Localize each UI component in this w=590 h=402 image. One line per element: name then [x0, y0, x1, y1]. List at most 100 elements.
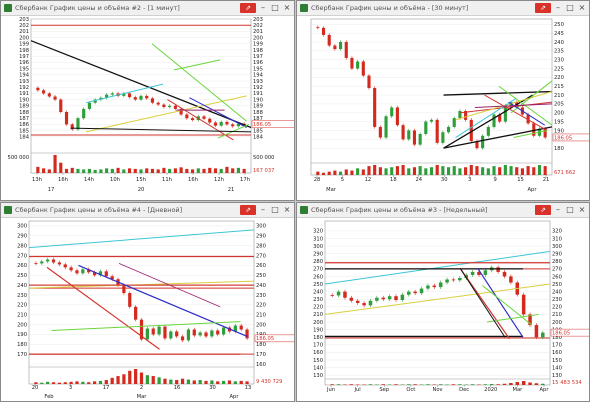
window-titlebar[interactable]: Сбербанк График цены и объёма #4 - [Днев… [1, 203, 294, 218]
volume-bar [173, 168, 177, 173]
volume-bar [378, 167, 382, 175]
window-titlebar[interactable]: Сбербанк График цены и объёма - [30 мину… [297, 1, 589, 16]
left-tick-label: 220 [313, 305, 323, 311]
pin-icon[interactable]: ⇗ [535, 205, 551, 215]
right-tick-label: 280 [256, 243, 266, 249]
right-tick-label: 195 [554, 119, 564, 125]
left-tick-label: 300 [313, 244, 323, 250]
close-icon[interactable]: × [577, 204, 587, 216]
volume-bar [231, 168, 235, 173]
chart-window-daily[interactable]: Сбербанк График цены и объёма #4 - [Днев… [0, 202, 295, 402]
right-tick-label: 220 [256, 303, 266, 309]
x-tick-label: 5 [341, 177, 344, 183]
candle-body [336, 291, 341, 296]
volume-bar [70, 167, 74, 173]
chart-window-weekly[interactable]: Сбербанк График цены и объёма #3 - [Неде… [296, 202, 590, 402]
volume-bar [486, 168, 490, 175]
window-titlebar[interactable]: Сбербанк График цены и объёма #3 - [Неде… [297, 203, 589, 218]
chart-area[interactable]: 2032022012001991981971961951941931921911… [1, 15, 295, 201]
right-tick-label: 202 [253, 23, 263, 29]
chart-area[interactable]: 3203103002902802702602502402302202102001… [297, 217, 590, 402]
volume-bar [520, 168, 524, 175]
volume-bar [418, 166, 422, 175]
left-tick-label: 290 [313, 251, 323, 257]
left-tick-label: 260 [17, 263, 27, 269]
candle-body [59, 99, 63, 112]
candle-body [104, 271, 108, 277]
volume-bar [321, 172, 326, 175]
close-icon[interactable]: × [577, 2, 587, 14]
volume-bar [387, 384, 392, 385]
x-period-label: Mar [137, 394, 148, 400]
right-tick-label: 230 [554, 57, 564, 63]
candle-body [151, 328, 155, 335]
volume-bar [225, 166, 229, 173]
x-tick-label: 3 [468, 177, 471, 183]
volume-bar [381, 384, 386, 385]
chart-area[interactable]: 3002902802702602502402302202102001901801… [1, 217, 295, 402]
volume-bar [503, 165, 507, 175]
pin-icon[interactable]: ⇗ [535, 3, 551, 13]
candle-body [150, 98, 155, 103]
volume-bar [98, 380, 103, 384]
minimize-icon[interactable]: – [553, 2, 563, 14]
x-tick-label: 15h [136, 177, 146, 183]
volume-bar [133, 168, 137, 173]
last-price-label: 186.05 [253, 122, 271, 128]
candle-body [173, 105, 177, 109]
x-period-label: 21 [228, 187, 235, 193]
candle-body [231, 124, 235, 127]
minimize-icon[interactable]: – [258, 204, 268, 216]
volume-bar [401, 165, 405, 175]
candle-body [133, 97, 137, 100]
candle-body [429, 119, 434, 122]
x-tick-label: 24 [415, 177, 422, 183]
candle-body [333, 45, 337, 50]
close-icon[interactable]: × [282, 204, 292, 216]
window-title: Сбербанк График цены и объёма #3 - [Неде… [311, 206, 488, 214]
right-tick-label: 200 [554, 111, 564, 117]
right-tick-label: 240 [554, 40, 564, 46]
volume-bar [81, 381, 85, 384]
volume-bar [475, 166, 479, 175]
right-tick-label: 200 [552, 320, 562, 326]
chart-window-1min[interactable]: Сбербанк График цены и объёма #2 - [1 ми… [0, 0, 295, 201]
candle-body [381, 297, 386, 300]
candle-body [75, 270, 79, 274]
right-tick-label: 210 [552, 312, 562, 318]
maximize-icon[interactable]: □ [565, 204, 575, 216]
volume-bar [515, 382, 520, 385]
window-titlebar[interactable]: Сбербанк График цены и объёма #2 - [1 ми… [1, 1, 294, 16]
left-tick-label: 195 [19, 66, 29, 72]
pin-icon[interactable]: ⇗ [240, 205, 256, 215]
maximize-icon[interactable]: □ [565, 2, 575, 14]
volume-bar [202, 168, 206, 173]
app-icon [300, 206, 308, 214]
volume-bar [57, 382, 62, 384]
close-icon[interactable]: × [282, 2, 292, 14]
volume-bar [128, 370, 132, 384]
right-tick-label: 215 [554, 84, 564, 90]
maximize-icon[interactable]: □ [270, 204, 280, 216]
left-tick-label: 170 [313, 343, 323, 349]
volume-bar [541, 383, 545, 385]
left-tick-label: 191 [19, 91, 29, 97]
candle-body [180, 336, 185, 341]
x-tick-label: 16h [188, 177, 198, 183]
minimize-icon[interactable]: – [553, 204, 563, 216]
candle-body [378, 126, 382, 138]
maximize-icon[interactable]: □ [270, 2, 280, 14]
left-tick-label: 250 [17, 273, 27, 279]
volume-bar [429, 167, 434, 175]
chart-window-30min[interactable]: Сбербанк График цены и объёма - [30 мину… [296, 0, 590, 201]
chart-area[interactable]: 2502452402352302252202152102052001951901… [297, 15, 590, 201]
last-price-label: 186.05 [256, 336, 274, 342]
pin-icon[interactable]: ⇗ [240, 3, 256, 13]
candle-body [486, 126, 490, 136]
left-tick-label: 290 [17, 234, 27, 240]
right-tick-label: 200 [256, 322, 266, 328]
left-tick-label: 130 [313, 373, 323, 379]
minimize-icon[interactable]: – [258, 2, 268, 14]
volume-bar [407, 384, 411, 385]
volume-bar [192, 380, 196, 384]
